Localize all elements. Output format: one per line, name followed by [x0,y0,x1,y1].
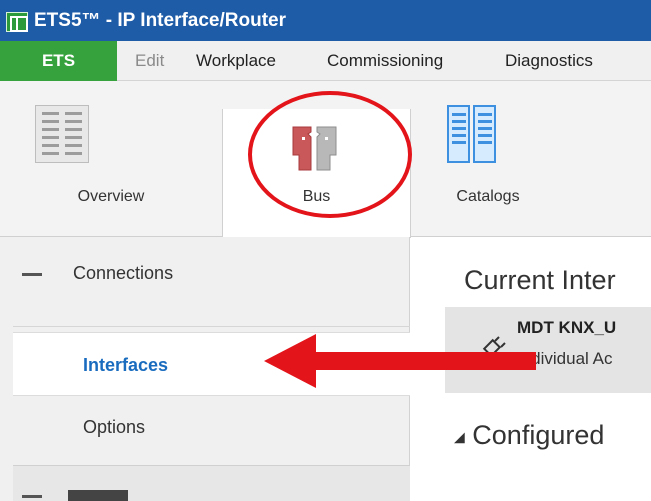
menu-diagnostics[interactable]: Diagnostics [505,41,593,81]
ets-menu-tab[interactable]: ETS [0,41,117,81]
expand-triangle-icon: ◢ [454,428,465,445]
tab-catalogs[interactable]: Catalogs [411,81,565,237]
configured-interfaces-heading[interactable]: ◢ Configured [454,420,604,451]
window-title: ETS5™ - IP Interface/Router [34,10,286,31]
sidebar-section-label-cut [68,490,128,501]
title-bar: ETS5™ - IP Interface/Router [0,0,651,41]
tab-catalogs-label: Catalogs [456,188,520,205]
sidebar-section-connections[interactable]: Connections [0,237,410,313]
menu-workplace[interactable]: Workplace [196,41,276,81]
configured-heading-label: Configured [472,420,605,450]
sidebar-section-label: Connections [73,263,174,283]
annotation-arrow [264,334,536,388]
tab-overview[interactable]: Overview [0,81,222,237]
current-interface-heading: Current Inter [464,265,616,295]
overview-icon [35,105,89,163]
sidebar-item-options[interactable]: Options [13,395,410,459]
tab-overview-label: Overview [77,188,145,205]
catalogs-icon [447,105,497,163]
sidebar-divider [13,326,410,327]
menu-commissioning[interactable]: Commissioning [327,41,443,81]
collapse-minus-icon [22,495,42,498]
menu-edit[interactable]: Edit [135,41,164,81]
sidebar-section-monitor[interactable] [13,465,410,501]
ets-app-icon [6,12,28,32]
menu-bar: ETS Edit Workplace Commissioning Diagnos… [0,41,651,81]
collapse-minus-icon[interactable] [22,273,42,276]
annotation-circle [248,91,412,218]
